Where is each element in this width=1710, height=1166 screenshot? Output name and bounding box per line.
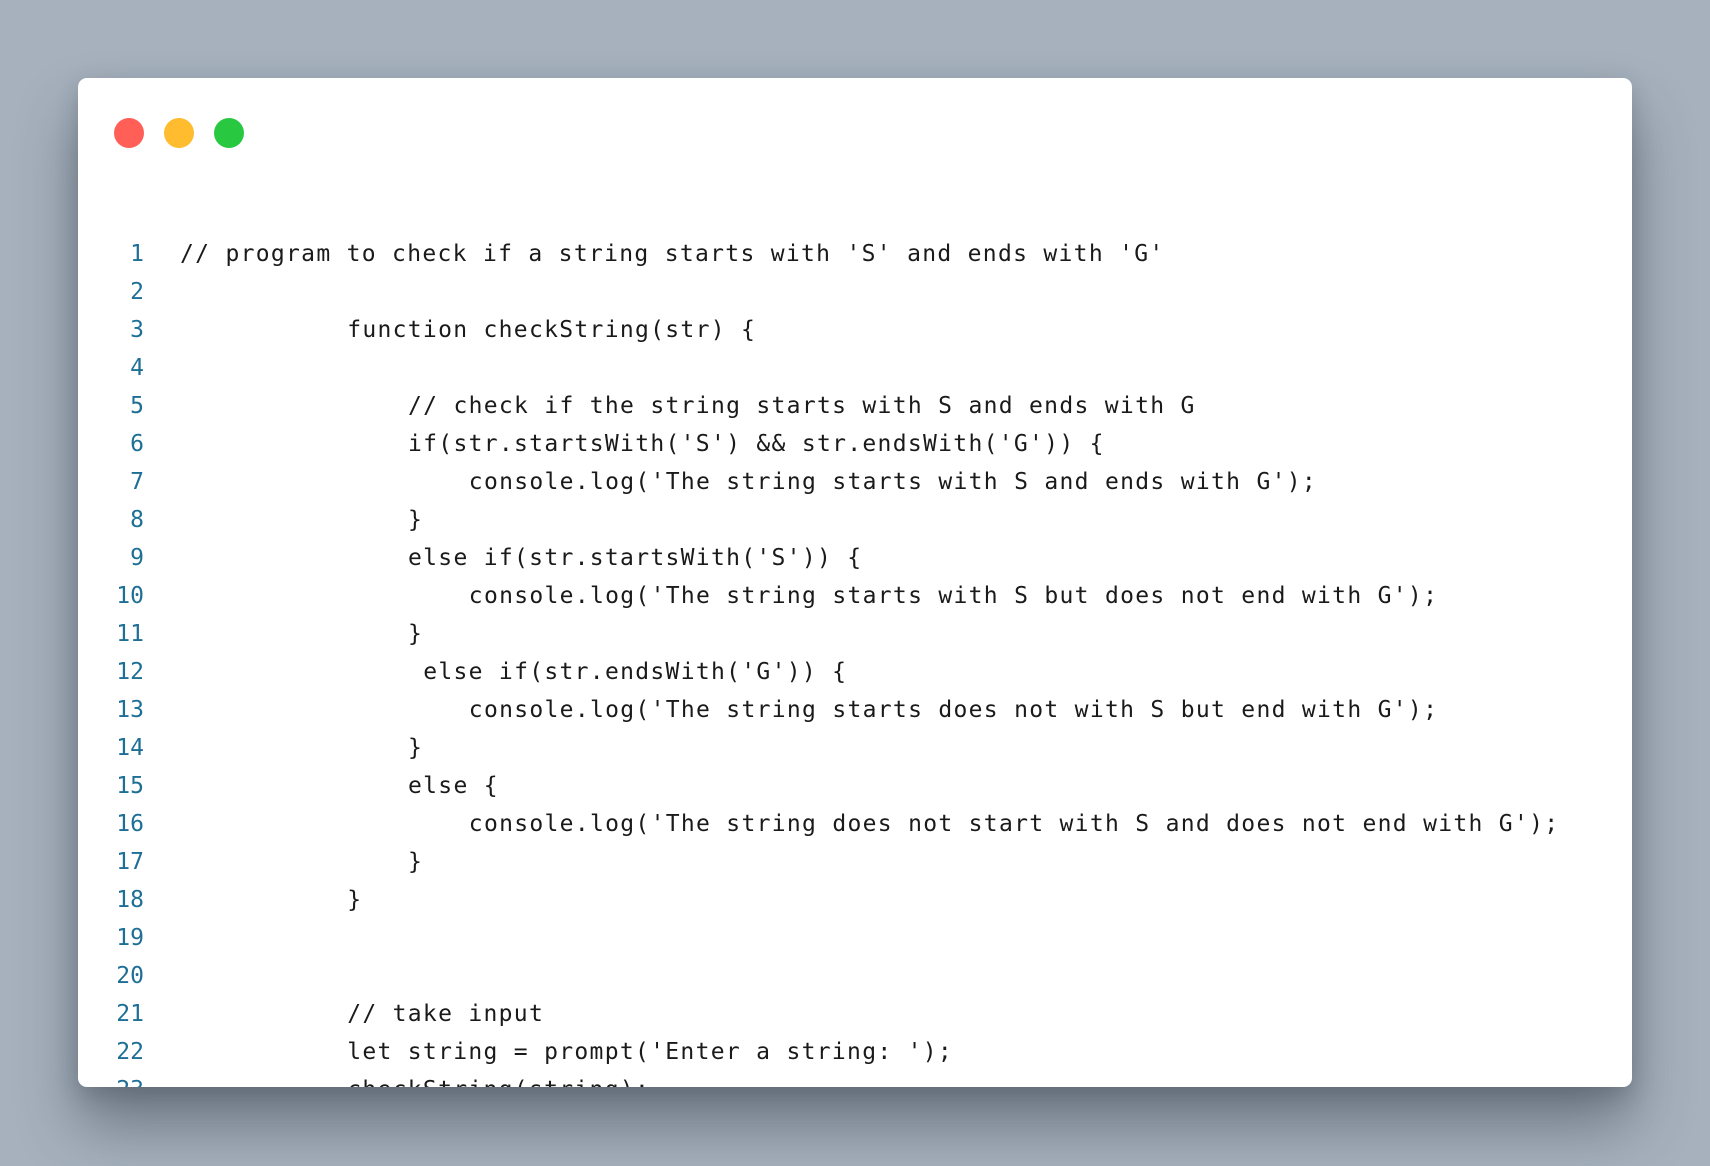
line-number: 11	[116, 621, 144, 647]
code-line: 6 if(str.startsWith('S') && str.endsWith(…	[78, 427, 1632, 465]
line-code: console.log('The string starts with S an…	[468, 469, 1318, 495]
code-line: 7 console.log('The string starts with S a…	[78, 465, 1632, 503]
code-line: 20	[78, 959, 1632, 997]
line-code: }	[408, 507, 424, 533]
line-number: 19	[116, 925, 144, 951]
code-line: 10 console.log('The string starts with S …	[78, 579, 1632, 617]
line-number: 13	[116, 697, 144, 723]
code-line: 1 // program to check if a string starts …	[78, 237, 1632, 275]
line-code: // take input	[347, 1001, 545, 1027]
line-number: 22	[116, 1039, 144, 1065]
code-line: 15 else {	[78, 769, 1632, 807]
code-line: 4	[78, 351, 1632, 389]
code-line: 9 else if(str.startsWith('S')) {	[78, 541, 1632, 579]
line-number: 12	[116, 659, 144, 685]
code-line: 11}	[78, 617, 1632, 655]
line-number: 7	[130, 469, 144, 495]
code-line: 8}	[78, 503, 1632, 541]
line-number: 16	[116, 811, 144, 837]
line-number: 1	[130, 241, 144, 267]
code-line: 18}	[78, 883, 1632, 921]
line-number: 20	[116, 963, 144, 989]
code-window: 1 // program to check if a string starts …	[78, 78, 1632, 1087]
line-code: let string = prompt('Enter a string: ');	[347, 1039, 954, 1065]
line-number: 8	[130, 507, 144, 533]
line-number: 5	[130, 393, 144, 419]
line-code: console.log('The string starts does not …	[468, 697, 1439, 723]
line-code: // check if the string starts with S and…	[408, 393, 1196, 419]
code-line: 19	[78, 921, 1632, 959]
line-code: if(str.startsWith('S') && str.endsWith('…	[408, 431, 1105, 457]
line-code: checkString(string);	[347, 1077, 650, 1087]
code-line: 3 function checkString(str) {	[78, 313, 1632, 351]
code-line: 17}	[78, 845, 1632, 883]
line-code: }	[408, 849, 424, 875]
line-number: 2	[130, 279, 144, 305]
line-number: 6	[130, 431, 144, 457]
line-number: 15	[116, 773, 144, 799]
line-number: 17	[116, 849, 144, 875]
code-line: 13 console.log('The string starts does no…	[78, 693, 1632, 731]
code-editor: 1 // program to check if a string starts …	[78, 237, 1632, 1087]
line-number: 14	[116, 735, 144, 761]
line-code: console.log('The string starts with S bu…	[468, 583, 1439, 609]
code-line: 21 // take input	[78, 997, 1632, 1035]
code-line: 23 checkString(string);	[78, 1073, 1632, 1087]
line-code: }	[408, 735, 424, 761]
line-code: else if(str.startsWith('S')) {	[408, 545, 863, 571]
window-controls	[114, 118, 244, 148]
line-code: }	[408, 621, 424, 647]
code-line: 2	[78, 275, 1632, 313]
line-code: else if(str.endsWith('G')) {	[423, 659, 848, 685]
code-line: 12 else if(str.endsWith('G')) {	[78, 655, 1632, 693]
code-line: 16 console.log('The string does not start…	[78, 807, 1632, 845]
line-code: // program to check if a string starts w…	[180, 241, 1165, 267]
code-line: 22 let string = prompt('Enter a string: '…	[78, 1035, 1632, 1073]
code-line: 14}	[78, 731, 1632, 769]
line-number: 18	[116, 887, 144, 913]
zoom-dot-icon[interactable]	[214, 118, 244, 148]
line-code: }	[347, 887, 363, 913]
line-number: 3	[130, 317, 144, 343]
line-number: 4	[130, 355, 144, 381]
line-code: function checkString(str) {	[347, 317, 757, 343]
line-code: else {	[408, 773, 499, 799]
minimize-dot-icon[interactable]	[164, 118, 194, 148]
line-code: console.log('The string does not start w…	[468, 811, 1560, 837]
line-number: 10	[116, 583, 144, 609]
close-dot-icon[interactable]	[114, 118, 144, 148]
line-number: 23	[78, 1077, 144, 1087]
line-number: 21	[116, 1001, 144, 1027]
line-number: 9	[130, 545, 144, 571]
code-line: 5 // check if the string starts with S an…	[78, 389, 1632, 427]
